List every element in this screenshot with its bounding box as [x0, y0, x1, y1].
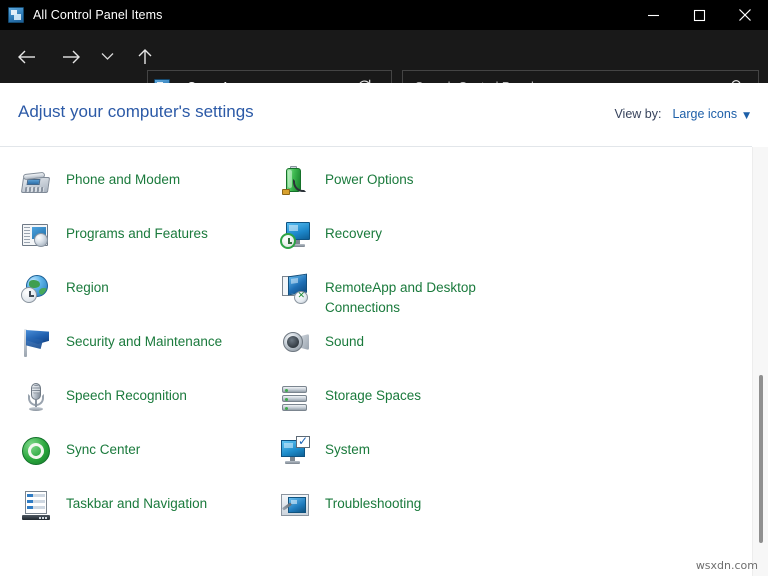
- region-icon: [20, 273, 52, 305]
- items-grid: MouseNetwork and Sharing Center Phone and…: [0, 147, 752, 539]
- power-icon: [279, 165, 311, 197]
- control-panel-item[interactable]: Mouse: [0, 147, 267, 161]
- control-panel-window: All Control Panel Items: [0, 0, 768, 576]
- control-panel-item[interactable]: Speech Recognition: [0, 377, 267, 431]
- chevron-down-icon[interactable]: [96, 41, 118, 73]
- control-panel-item[interactable]: Phone and Modem: [0, 161, 267, 215]
- minimize-button[interactable]: [630, 0, 676, 30]
- back-arrow-icon[interactable]: [12, 41, 42, 73]
- control-panel-item[interactable]: Sound: [267, 323, 752, 377]
- sound-icon: [279, 327, 311, 359]
- control-panel-item-label[interactable]: System: [325, 435, 370, 460]
- control-panel-item[interactable]: System: [267, 431, 752, 485]
- control-panel-item[interactable]: Taskbar and Navigation: [0, 485, 267, 539]
- page-header: Adjust your computer's settings View by:…: [0, 83, 768, 147]
- view-by-value[interactable]: Large icons: [672, 107, 737, 121]
- chevron-down-icon[interactable]: ▼: [743, 112, 750, 121]
- recovery-icon: [279, 219, 311, 251]
- control-panel-item-label[interactable]: Region: [66, 273, 109, 298]
- control-panel-item[interactable]: Region: [0, 269, 267, 323]
- control-panel-item[interactable]: Programs and Features: [0, 215, 267, 269]
- control-panel-item-label[interactable]: Sound: [325, 327, 364, 352]
- control-panel-item-label[interactable]: Speech Recognition: [66, 381, 187, 406]
- vertical-scrollbar[interactable]: [752, 147, 768, 576]
- maximize-button[interactable]: [676, 0, 722, 30]
- control-panel-items-list: MouseNetwork and Sharing Center Phone and…: [0, 147, 752, 576]
- taskbar-icon: [20, 489, 52, 521]
- remoteapp-icon: [279, 273, 311, 305]
- control-panel-item-label[interactable]: Programs and Features: [66, 219, 208, 244]
- control-panel-item-label[interactable]: RemoteApp and Desktop Connections: [325, 273, 540, 318]
- window-controls: [630, 0, 768, 30]
- control-panel-item-label[interactable]: Sync Center: [66, 435, 140, 460]
- storage-icon: [279, 381, 311, 413]
- page-title: Adjust your computer's settings: [18, 102, 254, 122]
- control-panel-item-label[interactable]: Recovery: [325, 219, 382, 244]
- sync-icon: [20, 435, 52, 467]
- control-panel-item[interactable]: Power Options: [267, 161, 752, 215]
- system-icon: [279, 435, 311, 467]
- control-panel-item[interactable]: Sync Center: [0, 431, 267, 485]
- up-arrow-icon[interactable]: [130, 41, 160, 73]
- control-panel-item-label[interactable]: Taskbar and Navigation: [66, 489, 207, 514]
- navigation-toolbar: › C... › A... ›: [0, 30, 768, 83]
- scrollbar-thumb[interactable]: [759, 375, 763, 543]
- view-by-label: View by:: [614, 107, 661, 121]
- control-panel-item[interactable]: RemoteApp and Desktop Connections: [267, 269, 752, 323]
- control-panel-item[interactable]: Security and Maintenance: [0, 323, 267, 377]
- control-panel-item-label[interactable]: Security and Maintenance: [66, 327, 222, 352]
- phone-modem-icon: [20, 165, 52, 197]
- flag-icon: [20, 327, 52, 359]
- troubleshoot-icon: [279, 489, 311, 521]
- control-panel-item[interactable]: Network and Sharing Center: [267, 147, 752, 161]
- control-panel-item-label[interactable]: Troubleshooting: [325, 489, 421, 514]
- watermark: wsxdn.com: [696, 559, 758, 572]
- view-by-control[interactable]: View by: Large icons ▼: [614, 107, 750, 121]
- control-panel-item[interactable]: Recovery: [267, 215, 752, 269]
- control-panel-icon: [8, 7, 24, 23]
- window-title: All Control Panel Items: [33, 8, 162, 22]
- title-bar: All Control Panel Items: [0, 0, 768, 30]
- close-button[interactable]: [722, 0, 768, 30]
- control-panel-item-label[interactable]: Storage Spaces: [325, 381, 421, 406]
- control-panel-item[interactable]: Storage Spaces: [267, 377, 752, 431]
- programs-icon: [20, 219, 52, 251]
- forward-arrow-icon[interactable]: [56, 41, 86, 73]
- control-panel-item[interactable]: Troubleshooting: [267, 485, 752, 539]
- control-panel-item-label[interactable]: Power Options: [325, 165, 414, 190]
- control-panel-item-label[interactable]: Phone and Modem: [66, 165, 180, 190]
- microphone-icon: [20, 381, 52, 413]
